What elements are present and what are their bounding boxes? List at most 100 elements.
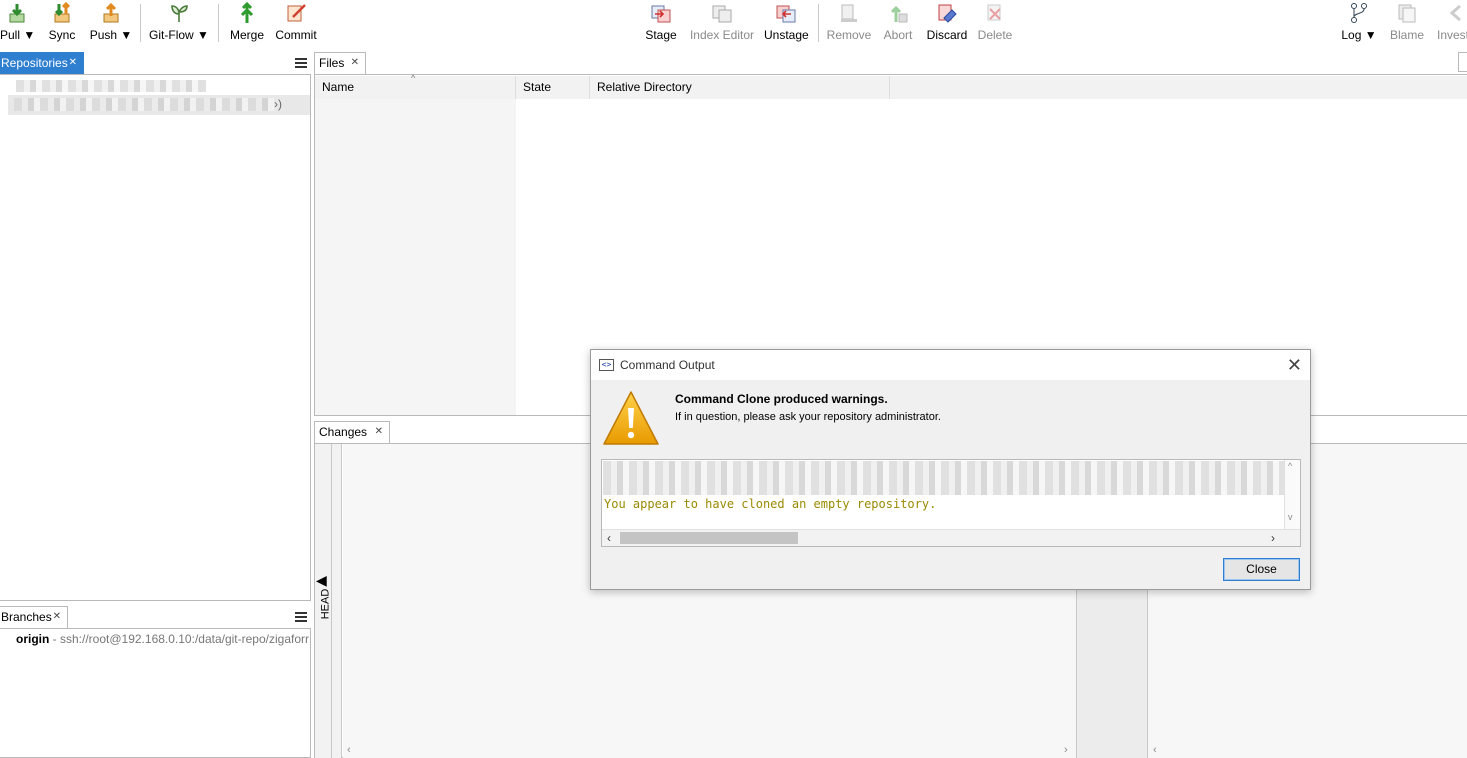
delete-label: Delete <box>977 28 1013 42</box>
files-search-icon[interactable] <box>1458 52 1467 72</box>
index-editor-icon <box>712 5 732 23</box>
scrollbar-thumb[interactable] <box>620 532 798 544</box>
head-arrow-icon: ◀ <box>316 572 327 588</box>
scroll-left-icon[interactable]: ‹ <box>347 744 351 756</box>
abort-button[interactable]: Abort <box>880 2 916 44</box>
discard-icon <box>938 4 957 23</box>
sync-label: Sync <box>48 28 76 42</box>
warning-icon <box>603 391 659 445</box>
dialog-titlebar[interactable]: <> Command Output ✕ <box>591 350 1310 380</box>
toolbar-separator <box>140 4 141 42</box>
output-line: You appear to have cloned an empty repos… <box>604 497 937 511</box>
vertical-scrollbar[interactable]: ^ v <box>1284 460 1300 530</box>
remote-url: - ssh://root@192.168.0.10:/data/git-repo… <box>52 632 309 646</box>
repositories-panel <box>0 74 311 601</box>
tab-branches-label: Branches <box>1 610 52 624</box>
repository-item-suffix: ›) <box>274 97 282 111</box>
remove-label: Remove <box>826 28 872 42</box>
commit-button[interactable]: Commit <box>274 2 318 44</box>
scroll-right-icon[interactable]: › <box>1064 744 1068 756</box>
remote-name: origin <box>16 632 50 646</box>
close-icon[interactable]: ✕ <box>1287 355 1302 375</box>
column-header-name[interactable]: Name <box>315 76 516 99</box>
discard-button[interactable]: Discard <box>926 2 968 44</box>
terminal-icon: <> <box>599 359 614 371</box>
scroll-left-icon[interactable]: ‹ <box>607 531 611 545</box>
dialog-body: Command Clone produced warnings. If in q… <box>591 380 1310 589</box>
branches-menu-icon[interactable] <box>295 612 307 622</box>
unstage-button[interactable]: Unstage <box>764 2 809 44</box>
close-icon[interactable]: ✕ <box>351 53 359 73</box>
index-editor-label: Index Editor <box>689 28 755 42</box>
abort-label: Abort <box>883 28 913 42</box>
tab-repositories[interactable]: Repositories ✕ <box>0 52 84 74</box>
branch-remote-row[interactable]: origin - ssh://root@192.168.0.10:/data/g… <box>16 632 310 646</box>
column-name-label: Name <box>322 80 355 94</box>
gitflow-button[interactable]: Git-Flow ▼ <box>148 2 210 44</box>
gitflow-label: Git-Flow ▼ <box>149 28 209 42</box>
column-relative-directory-label: Relative Directory <box>597 80 692 94</box>
horizontal-scrollbar[interactable]: ‹ › <box>602 529 1300 546</box>
files-name-column-bg <box>315 99 516 415</box>
delete-icon <box>987 4 1001 21</box>
tab-changes[interactable]: Changes ✕ <box>314 421 390 443</box>
investigate-label: Invest <box>1437 28 1467 42</box>
toolbar-separator <box>818 4 819 42</box>
push-button[interactable]: Push ▼ <box>89 2 133 44</box>
repository-item-blurred[interactable] <box>16 80 206 92</box>
gitflow-icon <box>171 5 188 22</box>
investigate-button[interactable]: Invest <box>1434 2 1467 44</box>
pull-icon <box>9 4 25 23</box>
merge-icon <box>240 2 254 23</box>
blame-icon <box>1398 4 1416 23</box>
remove-button[interactable]: Remove <box>826 2 872 44</box>
unstage-label: Unstage <box>764 28 809 42</box>
repositories-menu-icon[interactable] <box>295 58 307 68</box>
dialog-subtext: If in question, please ask your reposito… <box>675 411 941 423</box>
abort-icon <box>890 5 908 23</box>
push-icon <box>103 2 119 23</box>
scroll-down-icon[interactable]: v <box>1288 512 1293 522</box>
index-editor-button[interactable]: Index Editor <box>688 2 756 44</box>
dialog-title: Command Output <box>620 358 715 372</box>
tab-branches[interactable]: Branches ✕ <box>0 606 68 628</box>
merge-button[interactable]: Merge <box>228 2 266 44</box>
output-blurred-text <box>603 461 1285 495</box>
close-icon[interactable]: ✕ <box>375 422 383 442</box>
sync-icon <box>54 2 71 23</box>
tab-files-label: Files <box>319 56 345 70</box>
delete-button[interactable]: Delete <box>976 2 1014 44</box>
blame-button[interactable]: Blame <box>1388 2 1426 44</box>
sort-ascending-icon: ^ <box>411 73 416 83</box>
tab-files[interactable]: Files ✕ <box>314 52 366 74</box>
log-label: Log ▼ <box>1341 28 1377 42</box>
tab-changes-label: Changes <box>319 425 368 439</box>
column-state-label: State <box>523 80 552 94</box>
close-icon[interactable]: ✕ <box>69 53 77 73</box>
head-label: HEAD <box>319 588 332 620</box>
tab-repositories-label: Repositories <box>1 56 68 70</box>
scroll-right-icon[interactable]: › <box>1271 531 1275 545</box>
stage-icon <box>651 5 671 23</box>
pull-label: Pull ▼ <box>0 28 36 42</box>
merge-label: Merge <box>229 28 264 42</box>
blame-label: Blame <box>1389 28 1424 42</box>
close-button[interactable]: Close <box>1223 558 1300 581</box>
investigate-icon <box>1449 4 1461 22</box>
main-toolbar: Pull ▼ Sync Push ▼ Git-Flow ▼ Merge Comm… <box>0 0 1467 46</box>
sync-button[interactable]: Sync <box>44 2 80 44</box>
column-header-relative-directory[interactable]: Relative Directory <box>590 76 890 99</box>
pull-button[interactable]: Pull ▼ <box>0 2 36 44</box>
scroll-left-icon[interactable]: ‹ <box>1153 744 1157 756</box>
toolbar-separator <box>218 4 219 42</box>
stage-button[interactable]: Stage <box>644 2 678 44</box>
stage-label: Stage <box>645 28 677 42</box>
close-icon[interactable]: ✕ <box>53 607 61 627</box>
scroll-up-icon[interactable]: ^ <box>1288 461 1292 471</box>
column-header-state[interactable]: State <box>516 76 590 99</box>
repository-item-blurred <box>14 98 274 111</box>
column-header-filler <box>890 76 1467 99</box>
command-output-textarea[interactable]: You appear to have cloned an empty repos… <box>601 459 1301 547</box>
log-button[interactable]: Log ▼ <box>1340 2 1378 44</box>
branches-panel <box>0 628 311 758</box>
